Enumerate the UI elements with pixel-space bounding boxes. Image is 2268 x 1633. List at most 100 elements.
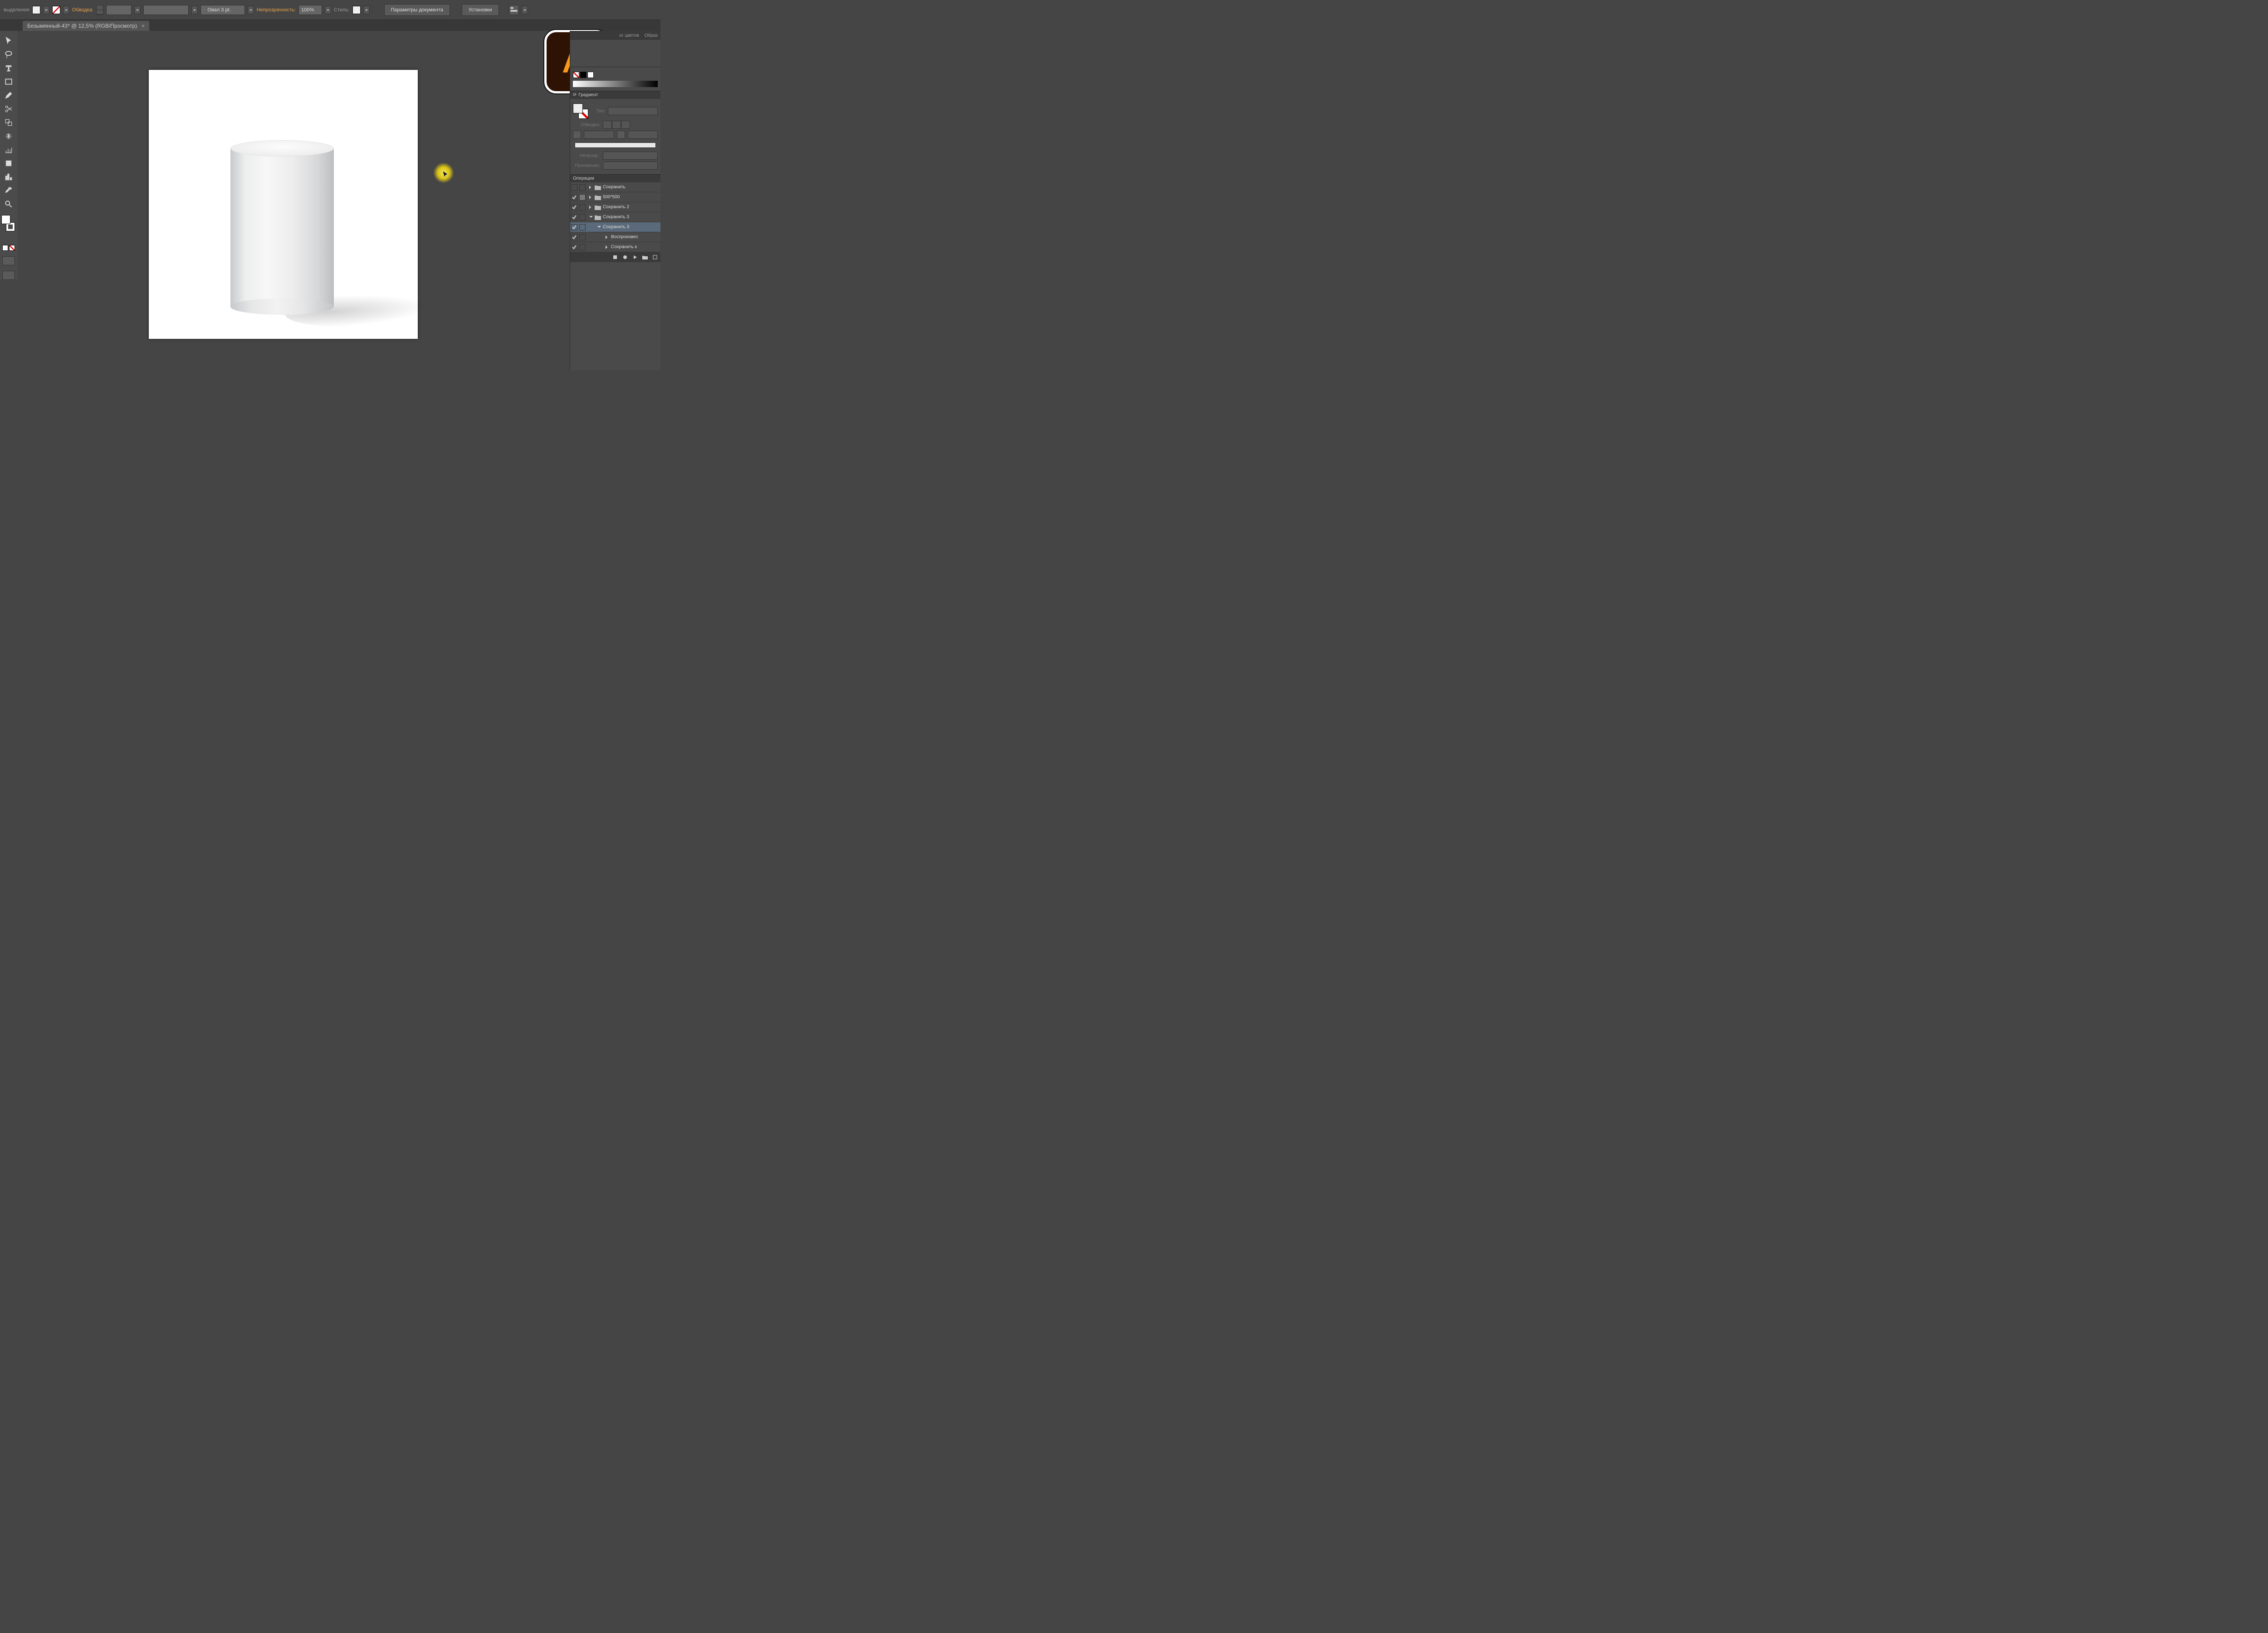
screen-mode-button[interactable]	[2, 256, 15, 265]
mesh-tool[interactable]	[2, 131, 15, 142]
scale-tool[interactable]	[2, 144, 15, 155]
gradient-opacity-label: Непрозр.:	[573, 153, 600, 158]
actions-panel-title[interactable]: Операции	[570, 175, 660, 182]
column-graph-tool[interactable]	[2, 171, 15, 182]
fill-stroke-control[interactable]	[1, 215, 16, 231]
gradient-angle-icon[interactable]	[573, 131, 581, 139]
action-row[interactable]: Сохранить к	[570, 242, 660, 252]
shape-builder-tool[interactable]	[2, 117, 15, 128]
right-panels: ог цветов Образ ⟳ Градиент Тип: Обводка:	[570, 31, 660, 370]
action-row[interactable]: Сохранить 3	[570, 222, 660, 232]
selection-tool[interactable]	[2, 35, 15, 46]
action-row[interactable]: Сохранить 2	[570, 202, 660, 212]
lasso-tool[interactable]	[2, 49, 15, 60]
action-dialog-icon[interactable]	[579, 234, 586, 240]
brush-field[interactable]: - Овал 3 pt.	[200, 5, 245, 15]
stroke-dropdown[interactable]	[63, 6, 69, 14]
swatch-white[interactable]	[587, 72, 594, 78]
colors-tab[interactable]: ог цветов	[616, 33, 642, 38]
gradient-type-field[interactable]	[608, 107, 658, 115]
expand-icon[interactable]	[589, 196, 593, 199]
scissors-tool[interactable]	[2, 103, 15, 114]
opacity-dropdown[interactable]	[325, 6, 331, 14]
align-dropdown[interactable]	[522, 6, 528, 14]
fill-swatch[interactable]	[32, 6, 40, 14]
gradient-angle-field[interactable]	[584, 131, 614, 139]
swatch-none-icon[interactable]	[573, 72, 579, 78]
new-folder-icon[interactable]	[641, 254, 649, 260]
color-mode-solid[interactable]	[2, 245, 8, 251]
gradient-opacity-field[interactable]	[603, 152, 658, 160]
action-dialog-icon[interactable]	[579, 224, 586, 230]
stroke-profile-dropdown[interactable]	[191, 6, 198, 14]
action-check-icon[interactable]	[571, 204, 577, 210]
action-row[interactable]: Сохранить	[570, 182, 660, 192]
action-check-icon[interactable]	[571, 214, 577, 220]
gradient-ratio-icon[interactable]	[617, 131, 625, 139]
action-label: Сохранить 3	[603, 225, 629, 230]
style-swatch[interactable]	[352, 6, 361, 14]
gradient-position-field[interactable]	[603, 161, 658, 170]
action-dialog-icon[interactable]	[579, 194, 586, 200]
gradient-panel-title[interactable]: ⟳ Градиент	[570, 91, 660, 99]
folder-icon	[595, 185, 601, 190]
play-icon[interactable]	[631, 254, 639, 260]
canvas-area[interactable]	[17, 31, 570, 370]
gradient-fill-stroke[interactable]	[573, 103, 588, 119]
stroke-swatch-none[interactable]	[52, 6, 60, 14]
action-dialog-icon[interactable]	[579, 244, 586, 250]
expand-icon[interactable]	[597, 226, 601, 230]
close-tab-icon[interactable]: ×	[142, 23, 145, 29]
zoom-tool[interactable]	[2, 199, 15, 210]
style-dropdown[interactable]	[363, 6, 370, 14]
action-check-icon[interactable]	[571, 244, 577, 250]
brush-dropdown[interactable]	[248, 6, 254, 14]
rectangle-tool[interactable]	[2, 76, 15, 87]
action-dialog-icon[interactable]	[579, 184, 586, 191]
eyedropper-tool[interactable]	[2, 185, 15, 196]
action-check-icon[interactable]	[571, 224, 577, 230]
stop-icon[interactable]	[611, 254, 619, 260]
action-check-icon[interactable]	[571, 194, 577, 200]
stroke-weight-field[interactable]	[106, 5, 132, 15]
expand-icon[interactable]	[589, 205, 593, 209]
extra-mode-button[interactable]	[2, 271, 15, 280]
settings-button[interactable]: Установки	[462, 4, 499, 16]
expand-icon[interactable]	[589, 186, 593, 189]
panel-tabs-top: ог цветов Образ	[570, 31, 660, 40]
swatch-black[interactable]	[580, 72, 587, 78]
artboard-tool[interactable]	[2, 158, 15, 169]
fill-swatch-tool[interactable]	[1, 215, 10, 224]
document-params-button[interactable]: Параметры документа	[384, 4, 450, 16]
gradient-ratio-field[interactable]	[628, 131, 658, 139]
action-check-icon[interactable]	[571, 234, 577, 240]
stroke-weight-dropdown[interactable]	[134, 6, 141, 14]
new-action-icon[interactable]	[651, 254, 659, 260]
stroke-profile-field[interactable]	[143, 5, 189, 15]
swatch-gradient-bar[interactable]	[573, 81, 658, 87]
gradient-stroke-mode[interactable]	[603, 121, 630, 129]
fill-dropdown[interactable]	[43, 6, 49, 14]
color-mode-none[interactable]	[9, 245, 15, 251]
action-dialog-icon[interactable]	[579, 214, 586, 220]
expand-icon[interactable]	[606, 245, 609, 249]
type-tool[interactable]	[2, 63, 15, 73]
swatches-row	[573, 72, 658, 78]
gradient-fill-swatch[interactable]	[573, 103, 583, 113]
action-label: Сохранить 2	[603, 205, 629, 210]
samples-tab[interactable]: Образ	[642, 33, 660, 38]
action-row[interactable]: Сохранить 3	[570, 212, 660, 222]
opacity-field[interactable]: 100%	[298, 5, 322, 15]
action-row[interactable]: Воспроизвес	[570, 232, 660, 242]
record-icon[interactable]	[621, 254, 629, 260]
expand-icon[interactable]	[606, 235, 609, 239]
align-icon[interactable]	[509, 5, 519, 15]
pencil-tool[interactable]	[2, 90, 15, 101]
action-dialog-icon[interactable]	[579, 204, 586, 210]
expand-icon[interactable]	[589, 216, 593, 220]
action-row[interactable]: 500*500	[570, 192, 660, 202]
action-check-icon[interactable]	[571, 184, 577, 191]
gradient-slider[interactable]	[575, 142, 656, 148]
document-tab[interactable]: Безымянный-43* @ 12,5% (RGB/Просмотр) ×	[23, 21, 149, 31]
stroke-weight-stepper[interactable]	[96, 5, 103, 15]
